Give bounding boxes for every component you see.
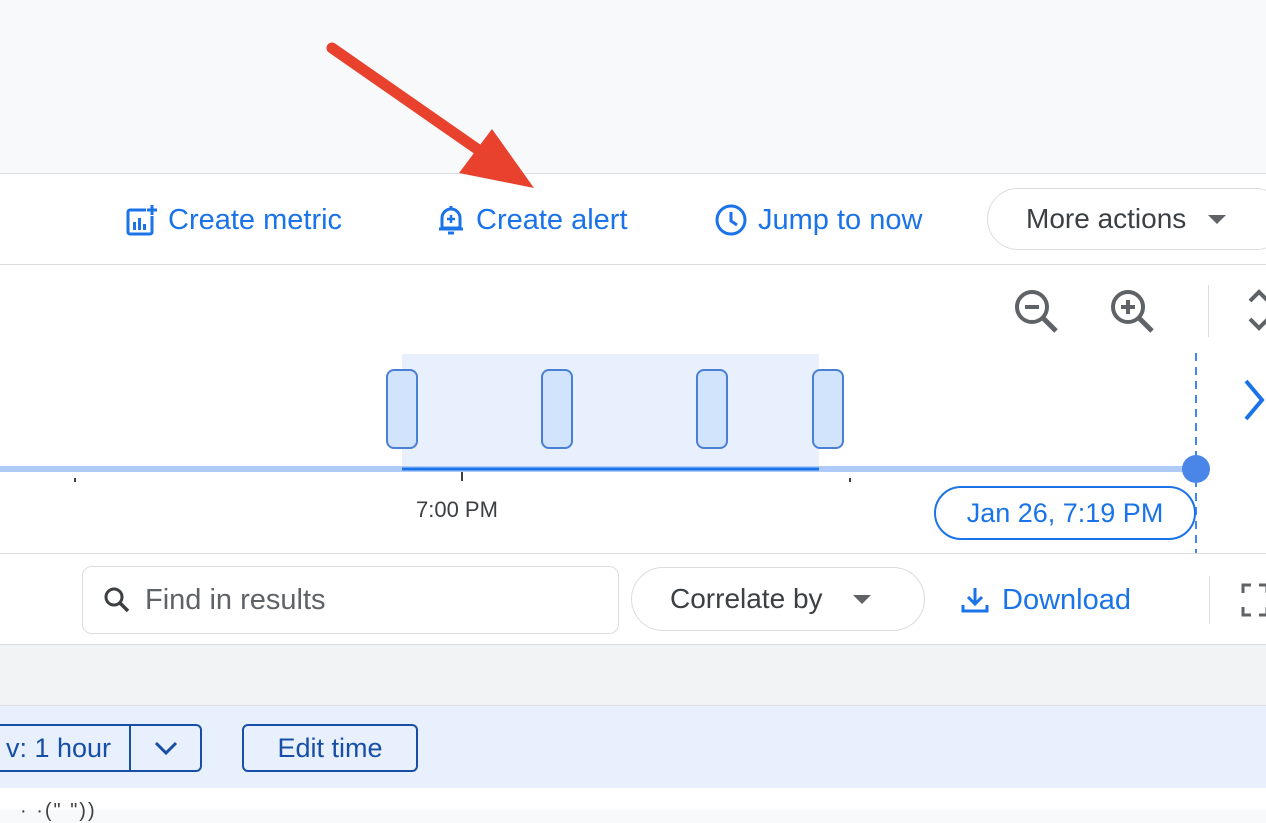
download-button[interactable]: Download	[960, 580, 1131, 620]
more-actions-button[interactable]: More actions	[987, 188, 1266, 250]
window-size-label: v: 1 hour	[5, 732, 111, 763]
fullscreen-icon[interactable]	[1240, 582, 1266, 618]
partial-log-text: · ·(" "))	[20, 800, 97, 822]
caret-down-icon	[1208, 214, 1227, 224]
current-time-pill[interactable]: Jan 26, 7:19 PM	[934, 486, 1196, 540]
histogram-bar	[812, 369, 844, 449]
jump-to-now-label: Jump to now	[758, 203, 923, 236]
correlate-by-label: Correlate by	[670, 583, 823, 614]
time-window-bar: v: 1 hour Edit time	[0, 706, 1266, 788]
window-size-dropdown[interactable]	[130, 724, 202, 772]
find-in-results-field[interactable]	[82, 566, 619, 634]
create-alert-button[interactable]: Create alert	[436, 202, 628, 238]
create-alert-label: Create alert	[476, 203, 628, 236]
edit-time-button[interactable]: Edit time	[242, 724, 418, 772]
metric-chart-icon	[126, 204, 158, 236]
results-header-band	[0, 645, 1266, 706]
download-label: Download	[1002, 583, 1131, 616]
download-icon	[961, 588, 989, 613]
toolbar-divider	[1209, 576, 1210, 624]
create-metric-label: Create metric	[168, 203, 343, 236]
histogram-bar	[696, 369, 728, 449]
correlate-by-dropdown[interactable]: Correlate by	[631, 567, 925, 631]
jump-to-now-button[interactable]: Jump to now	[714, 202, 922, 238]
chevron-down-icon	[154, 741, 177, 756]
results-toolbar: Correlate by Download	[0, 554, 1266, 645]
clock-icon	[715, 204, 747, 236]
now-marker-dot[interactable]	[1182, 455, 1210, 483]
edit-time-label: Edit time	[277, 732, 383, 763]
results-start: · ·(" "))	[0, 788, 1266, 822]
alert-bell-icon	[439, 206, 463, 235]
histogram-bar	[386, 369, 418, 449]
actions-toolbar: Create metric Create alert Jump to now M…	[0, 174, 1266, 265]
axis-tick-label: 7:00 PM	[416, 497, 498, 522]
more-actions-label: More actions	[1026, 203, 1187, 234]
selection-range	[402, 354, 819, 472]
create-metric-button[interactable]: Create metric	[126, 202, 342, 238]
caret-down-icon	[852, 594, 871, 604]
histogram-bar	[541, 369, 573, 449]
find-in-results-input[interactable]	[143, 582, 587, 618]
top-area	[0, 0, 1266, 174]
histogram-panel: 7:00 PM Jan 26, 7:19 PM	[0, 265, 1266, 554]
chevron-right-icon[interactable]	[1238, 375, 1266, 425]
window-size-button[interactable]: v: 1 hour	[0, 724, 130, 772]
search-icon	[104, 587, 130, 613]
